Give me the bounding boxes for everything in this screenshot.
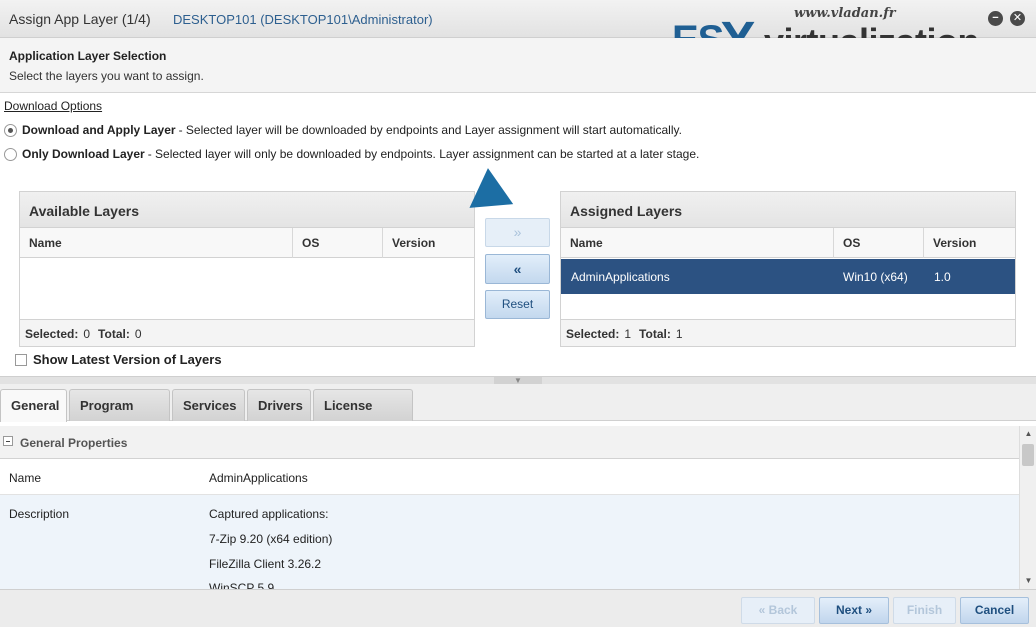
assigned-layers-panel: Assigned Layers Name OS Version AdminApp… — [560, 191, 1016, 347]
show-latest-label: Show Latest Version of Layers — [33, 352, 222, 367]
available-layers-panel: Available Layers Name OS Version Selecte… — [19, 191, 475, 347]
back-button[interactable]: « Back — [741, 597, 815, 624]
total-count: 1 — [675, 327, 683, 341]
reset-button[interactable]: Reset — [485, 290, 550, 319]
cancel-button[interactable]: Cancel — [960, 597, 1029, 624]
assigned-layers-footer: Selected: 1 Total: 1 — [561, 319, 1015, 346]
available-layers-footer: Selected: 0 Total: 0 — [20, 319, 474, 346]
property-key: Description — [9, 507, 70, 521]
window-title: Assign App Layer (1/4) — [9, 11, 151, 27]
tab-general[interactable]: General — [0, 389, 67, 422]
assigned-layers-title: Assigned Layers — [561, 192, 1015, 228]
download-options-label: Download Options — [4, 99, 103, 113]
tab-services[interactable]: Services — [172, 389, 245, 421]
column-os[interactable]: OS — [293, 228, 383, 258]
show-latest-checkbox[interactable]: Show Latest Version of Layers — [15, 352, 222, 367]
column-os[interactable]: OS — [834, 228, 924, 258]
layer-name: AdminApplications — [571, 270, 670, 284]
wizard-footer: « Back Next » Finish Cancel — [0, 589, 1036, 627]
property-value: AdminApplications — [209, 471, 308, 485]
watermark-url: www.vladan.fr — [794, 6, 896, 21]
add-layer-button[interactable]: » — [485, 218, 550, 247]
properties-scrollbar[interactable]: ▲ ▼ — [1019, 426, 1036, 589]
column-name[interactable]: Name — [561, 228, 834, 258]
property-row-name: Name AdminApplications — [0, 459, 1019, 495]
section-subtitle: Select the layers you want to assign. — [9, 69, 204, 83]
next-button[interactable]: Next » — [819, 597, 889, 624]
available-layers-header: Name OS Version — [20, 228, 474, 258]
layer-version: 1.0 — [934, 270, 951, 284]
details-tabs: General Program Files Services Drivers L… — [0, 384, 1036, 444]
remove-layer-button[interactable]: « — [485, 254, 550, 284]
assigned-layers-header: Name OS Version — [561, 228, 1015, 258]
properties-grid: General Properties Name AdminApplication… — [0, 426, 1019, 589]
radio-download-and-apply[interactable]: Download and Apply Layer - Selected laye… — [4, 122, 682, 138]
section-title: Application Layer Selection — [9, 49, 167, 63]
description-line: 7-Zip 9.20 (x64 edition) — [209, 532, 333, 546]
description-line: FileZilla Client 3.26.2 — [209, 557, 322, 571]
property-key: Name — [9, 471, 42, 485]
layer-os: Win10 (x64) — [843, 270, 908, 284]
option-desc: - Selected layer will be downloaded by e… — [178, 123, 682, 137]
column-name[interactable]: Name — [20, 228, 293, 258]
table-row[interactable]: AdminApplications Win10 (x64) 1.0 — [561, 259, 1015, 294]
scroll-down-icon[interactable]: ▼ — [1020, 573, 1036, 589]
selected-count: 0 — [83, 327, 91, 341]
option-name: Only Download Layer — [22, 147, 145, 161]
total-label: Total: — [639, 327, 671, 341]
total-count: 0 — [134, 327, 142, 341]
panel-splitter[interactable]: ▼ — [0, 376, 1036, 385]
tab-drivers[interactable]: Drivers — [247, 389, 311, 421]
option-name: Download and Apply Layer — [22, 123, 176, 137]
column-version[interactable]: Version — [383, 228, 476, 258]
group-title: General Properties — [20, 436, 128, 450]
selected-count: 1 — [624, 327, 632, 341]
tab-license-keys[interactable]: License Keys — [313, 389, 413, 444]
column-version[interactable]: Version — [924, 228, 1017, 258]
section-header: Application Layer Selection Select the l… — [0, 38, 1036, 93]
option-desc: - Selected layer will only be downloaded… — [147, 147, 700, 161]
selected-label: Selected: — [566, 327, 620, 341]
collapse-icon[interactable] — [3, 436, 13, 446]
finish-button[interactable]: Finish — [893, 597, 956, 624]
selected-label: Selected: — [25, 327, 79, 341]
scroll-thumb[interactable] — [1022, 444, 1034, 466]
radio-selected-icon[interactable] — [4, 123, 17, 137]
general-properties-group[interactable]: General Properties — [0, 426, 1019, 459]
total-label: Total: — [98, 327, 130, 341]
checkbox-icon[interactable] — [15, 353, 27, 366]
radio-only-download[interactable]: Only Download Layer - Selected layer wil… — [4, 146, 699, 162]
available-layers-title: Available Layers — [20, 192, 474, 228]
description-line: WinSCP 5.9 — [209, 581, 275, 589]
property-row-description: Description Captured applications: 7-Zip… — [0, 495, 1019, 589]
scroll-up-icon[interactable]: ▲ — [1020, 426, 1036, 442]
window-subtitle: DESKTOP101 (DESKTOP101\Administrator) — [173, 12, 433, 27]
description-line: Captured applications: — [209, 507, 329, 521]
tab-program-files[interactable]: Program Files — [69, 389, 170, 444]
radio-unselected-icon[interactable] — [4, 147, 17, 161]
